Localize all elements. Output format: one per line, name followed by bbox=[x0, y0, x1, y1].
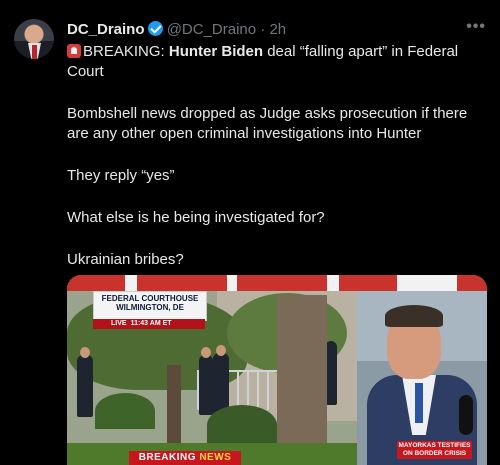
more-horizontal-icon[interactable]: ••• bbox=[466, 18, 486, 36]
handle[interactable]: @DC_Draino bbox=[167, 21, 256, 38]
avatar-tie bbox=[32, 45, 37, 59]
subject: Hunter Biden bbox=[168, 43, 264, 60]
tweet-text: BREAKING: Hunter Biden deal “falling apa… bbox=[67, 42, 487, 270]
person bbox=[213, 353, 229, 415]
person bbox=[77, 355, 93, 417]
person-head bbox=[201, 347, 211, 358]
display-name[interactable]: DC_Draino bbox=[67, 21, 145, 38]
location-line-1: FEDERAL COURTHOUSE bbox=[101, 294, 199, 303]
paragraph-3: What else is he being investigated for? bbox=[67, 209, 325, 226]
microphone bbox=[459, 395, 473, 435]
side-banner-line-1: MAYORKAS TESTIFIES bbox=[398, 442, 471, 449]
avatar[interactable] bbox=[14, 19, 54, 59]
breaking-news-word: NEWS bbox=[199, 452, 232, 463]
breaking-prefix: BREAKING: bbox=[83, 43, 169, 60]
separator-dot: · bbox=[260, 21, 266, 38]
breaking-news-banner: BREAKING NEWS bbox=[129, 451, 241, 465]
siren-icon bbox=[67, 44, 81, 58]
tree-trunk bbox=[277, 295, 327, 465]
live-bar: LIVE 11:43 AM ET bbox=[93, 319, 205, 329]
headline: BREAKING: Hunter Biden deal “falling apa… bbox=[67, 42, 487, 82]
side-banner: MAYORKAS TESTIFIES ON BORDER CRISIS bbox=[397, 441, 472, 459]
video-thumbnail[interactable]: FEDERAL COURTHOUSE WILMINGTON, DE LIVE 11… bbox=[67, 275, 487, 465]
live-label: LIVE bbox=[111, 320, 127, 327]
person bbox=[199, 355, 213, 415]
verified-badge-icon[interactable] bbox=[147, 21, 163, 36]
breaking-label: BREAKING bbox=[138, 452, 197, 463]
paragraph-4: Ukrainian bribes? bbox=[67, 251, 184, 268]
location-line-2: WILMINGTON, DE bbox=[116, 303, 184, 312]
reporter-tie bbox=[415, 383, 423, 423]
media-top-bar bbox=[67, 275, 487, 291]
tweet-header: DC_Draino @DC_Draino · 2h bbox=[67, 20, 286, 40]
live-time: 11:43 AM ET bbox=[130, 320, 172, 327]
hedge bbox=[207, 405, 277, 445]
person-head bbox=[80, 347, 90, 358]
paragraph-1: Bombshell news dropped as Judge asks pro… bbox=[67, 105, 468, 142]
tweet[interactable]: DC_Draino @DC_Draino · 2h ••• BREAKING: … bbox=[0, 0, 500, 465]
timestamp[interactable]: 2h bbox=[269, 21, 286, 38]
hedge bbox=[95, 393, 155, 429]
reporter-hair bbox=[385, 305, 443, 327]
paragraph-2: They reply “yes” bbox=[67, 167, 175, 184]
location-banner: FEDERAL COURTHOUSE WILMINGTON, DE bbox=[93, 291, 207, 321]
person-head bbox=[216, 345, 226, 356]
side-banner-line-2: ON BORDER CRISIS bbox=[402, 450, 467, 457]
